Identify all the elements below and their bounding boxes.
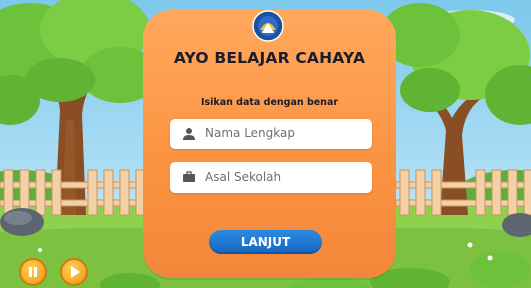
play-icon [71, 266, 80, 278]
name-field-placeholder: Nama Lengkap [205, 126, 295, 140]
user-icon [183, 128, 195, 140]
play-button[interactable] [60, 258, 88, 286]
briefcase-icon [183, 171, 195, 182]
ministry-logo-icon [252, 10, 284, 42]
form-instruction: Isikan data dengan benar [200, 97, 339, 108]
name-field[interactable]: Nama Lengkap [170, 119, 372, 149]
pause-button[interactable] [19, 258, 47, 286]
next-button[interactable]: LANJUT [209, 230, 322, 254]
school-field[interactable]: Asal Sekolah [170, 162, 372, 193]
pause-icon [29, 267, 37, 277]
school-field-placeholder: Asal Sekolah [205, 170, 282, 184]
app-title: AYO BELAJAR CAHAYA [173, 49, 366, 67]
